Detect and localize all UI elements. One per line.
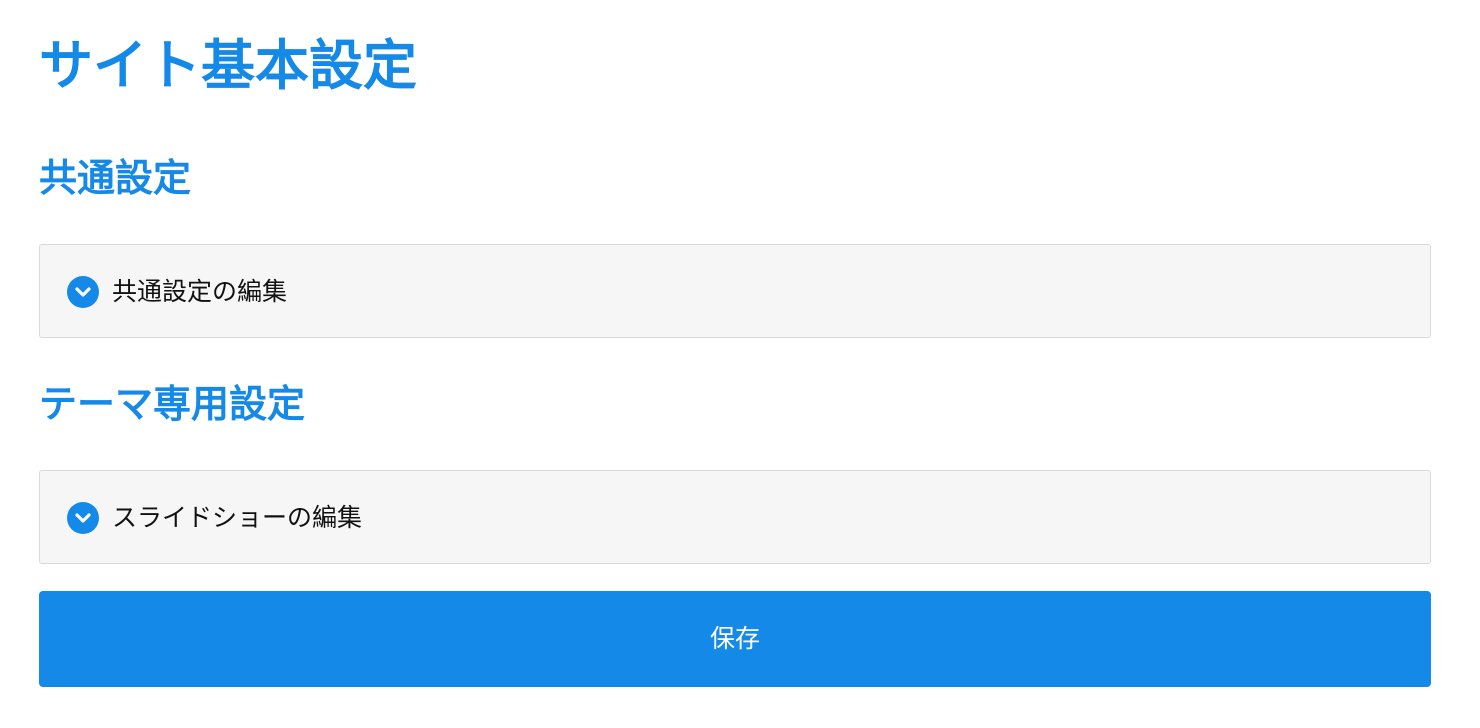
chevron-down-circle-icon [67, 276, 99, 308]
accordion-slideshow[interactable]: スライドショーの編集 [39, 470, 1431, 564]
page-title: サイト基本設定 [39, 34, 417, 97]
accordion-label-slideshow: スライドショーの編集 [112, 503, 363, 532]
section-heading-theme: テーマ専用設定 [39, 382, 306, 426]
section-heading-common: 共通設定 [39, 156, 192, 200]
accordion-common-settings[interactable]: 共通設定の編集 [39, 244, 1431, 338]
save-button[interactable]: 保存 [39, 591, 1431, 687]
accordion-label-common-settings: 共通設定の編集 [112, 277, 288, 306]
chevron-down-circle-icon [67, 502, 99, 534]
